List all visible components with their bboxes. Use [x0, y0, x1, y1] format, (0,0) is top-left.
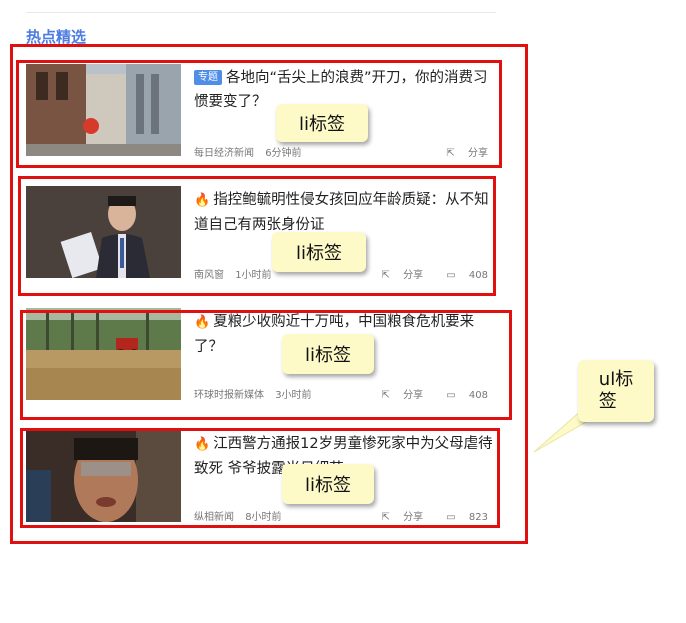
li-annotation-box [16, 60, 502, 168]
li-callout: li标签 [282, 464, 374, 504]
top-divider [26, 12, 496, 13]
li-annotation-box [20, 310, 512, 420]
li-annotation-box [18, 176, 496, 296]
li-callout: li标签 [276, 104, 368, 142]
li-annotation-box [20, 428, 500, 528]
ul-callout: ul标 签 [578, 360, 654, 422]
li-callout: li标签 [282, 334, 374, 374]
li-callout: li标签 [272, 232, 366, 272]
